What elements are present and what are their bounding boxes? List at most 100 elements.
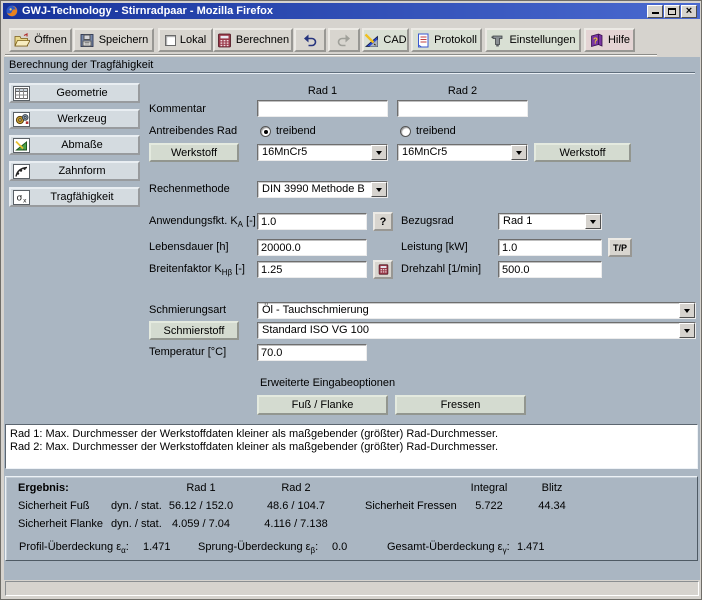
sicherheit-fressen-integral: 5.722 [475,500,503,512]
undo-icon [304,34,317,47]
chevron-down-icon [376,150,382,155]
svg-text:?: ? [593,36,598,45]
protokoll-button[interactable]: Protokoll [411,28,482,52]
save-button[interactable]: Speichern [73,28,154,52]
dropdown-arrow-button[interactable] [371,145,387,160]
werkstoff-rad1-dropdown[interactable]: 16MnCr5 [257,144,388,161]
rechenmethode-dropdown[interactable]: DIN 3990 Methode B [257,181,388,198]
chevron-down-icon [516,150,522,155]
werkstoff-rad2-dropdown[interactable]: 16MnCr5 [397,144,528,161]
lebensdauer-input[interactable] [257,239,367,256]
temperatur-input[interactable] [257,344,367,361]
calculate-button-label: Berechnen [235,34,290,46]
werkstoff-rad1-button[interactable]: Werkstoff [149,143,239,162]
help-book-icon: ? [591,33,603,47]
anwendungsfaktor-help-button[interactable]: ? [373,212,393,231]
close-button[interactable]: × [681,5,697,18]
results-col-rad2: Rad 2 [281,482,311,494]
sicherheit-flanke-rad2: 4.116 / 7.138 [264,518,328,530]
dropdown-arrow-button[interactable] [371,182,387,197]
toolbar-separator [5,54,657,56]
sicherheit-flanke-rad1: 4.059 / 7.04 [171,518,231,530]
svg-text:σ: σ [17,194,23,204]
sicherheit-fuss-rad2: 48.6 / 104.7 [266,500,326,512]
calculation-panel: Berechnung der Tragfähigkeit Geometrie W… [4,57,700,580]
dropdown-arrow-button[interactable] [679,323,695,338]
title-bar: GWJ-Technology - Stirnradpaar - Mozilla … [3,3,700,19]
rad2-treibend-radio[interactable] [400,126,411,137]
kommentar-label: Kommentar [149,103,206,115]
lokal-checkbox[interactable] [164,34,176,46]
redo-button[interactable] [328,28,360,52]
profil-ueberdeckung-value: 1.471 [143,541,171,553]
sicherheit-fuss-rad1: 56.12 / 152.0 [168,500,234,512]
redo-icon [337,34,350,47]
header-separator [9,72,695,74]
werkstoff-rad2-button[interactable]: Werkstoff [534,143,631,162]
floppy-disk-icon [80,33,94,47]
sidebar-item-geometrie[interactable]: Geometrie [9,83,140,103]
sicherheit-fuss-mode: dyn. / stat. [111,500,162,512]
breitenfaktor-calc-button[interactable] [373,260,393,279]
dropdown-arrow-button[interactable] [679,303,695,318]
torque-power-toggle-button[interactable]: T/P [608,238,632,257]
drehzahl-input[interactable] [498,261,602,278]
kommentar-rad2-input[interactable] [397,100,528,117]
sicherheit-flanke-mode: dyn. / stat. [111,518,162,530]
sicherheit-fressen-blitz: 44.34 [538,500,566,512]
open-button[interactable]: Öffnen [9,28,72,52]
application-window: GWJ-Technology - Stirnradpaar - Mozilla … [0,0,702,600]
maximize-icon [668,8,676,15]
results-col-blitz: Blitz [541,482,563,494]
open-button-label: Öffnen [34,34,67,46]
lokal-checkbox-group[interactable]: Lokal [158,28,213,52]
schmierstoff-button[interactable]: Schmierstoff [149,321,239,340]
cad-button[interactable]: CAD [362,28,409,52]
kommentar-rad1-input[interactable] [257,100,388,117]
help-button[interactable]: ? Hilfe [584,28,635,52]
sicherheit-fuss-label: Sicherheit Fuß [18,500,90,512]
drehzahl-label: Drehzahl [1/min] [401,263,482,275]
tools-clamp-icon [491,35,503,46]
cad-drawing-icon [365,33,379,47]
rechenmethode-label: Rechenmethode [149,183,230,195]
rad2-column-header: Rad 2 [447,85,478,97]
calculate-button[interactable]: Berechnen [213,28,293,52]
bezugsrad-label: Bezugsrad [401,215,454,227]
maximize-button[interactable] [664,5,680,18]
sprung-ueberdeckung-value: 0.0 [332,541,348,553]
sidebar-item-label: Werkzeug [57,113,107,125]
window-title: GWJ-Technology - Stirnradpaar - Mozilla … [22,5,273,17]
cad-button-label: CAD [383,34,407,46]
sidebar-item-tragfaehigkeit[interactable]: σx Tragfähigkeit [9,187,140,207]
anwendungsfaktor-input[interactable] [257,213,367,230]
page-title: Berechnung der Tragfähigkeit [9,59,154,71]
help-button-label: Hilfe [607,34,630,46]
chevron-down-icon [684,328,690,333]
sidebar-item-abmasse[interactable]: Abmaße [9,135,140,155]
gesamt-ueberdeckung-value: 1.471 [517,541,545,553]
rad1-column-header: Rad 1 [307,85,338,97]
save-button-label: Speichern [98,34,149,46]
bezugsrad-dropdown[interactable]: Rad 1 [498,213,602,230]
sidebar-item-label: Geometrie [56,87,108,99]
minimize-icon [651,7,659,14]
undo-button[interactable] [294,28,326,52]
schmierungsart-dropdown[interactable]: Öl - Tauchschmierung [257,302,696,319]
antreibendes-rad-label: Antreibendes Rad [149,125,238,137]
schmierstoff-dropdown[interactable]: Standard ISO VG 100 [257,322,696,339]
dropdown-arrow-button[interactable] [511,145,527,160]
rad1-treibend-radio[interactable] [260,126,271,137]
breitenfaktor-input[interactable] [257,261,367,278]
chevron-down-icon [376,187,382,192]
settings-button[interactable]: Einstellungen [485,28,581,52]
minimize-button[interactable] [647,5,663,18]
dropdown-arrow-button[interactable] [585,214,601,229]
warning-line-2: Rad 2: Max. Durchmesser der Werkstoffdat… [10,441,499,453]
fuss-flanke-button[interactable]: Fuß / Flanke [257,395,388,415]
leistung-input[interactable] [498,239,602,256]
fressen-button[interactable]: Fressen [395,395,526,415]
sidebar-item-zahnform[interactable]: Zahnform [9,161,140,181]
sidebar-item-werkzeug[interactable]: Werkzeug [9,109,140,129]
sicherheit-fressen-label: Sicherheit Fressen [365,500,457,512]
